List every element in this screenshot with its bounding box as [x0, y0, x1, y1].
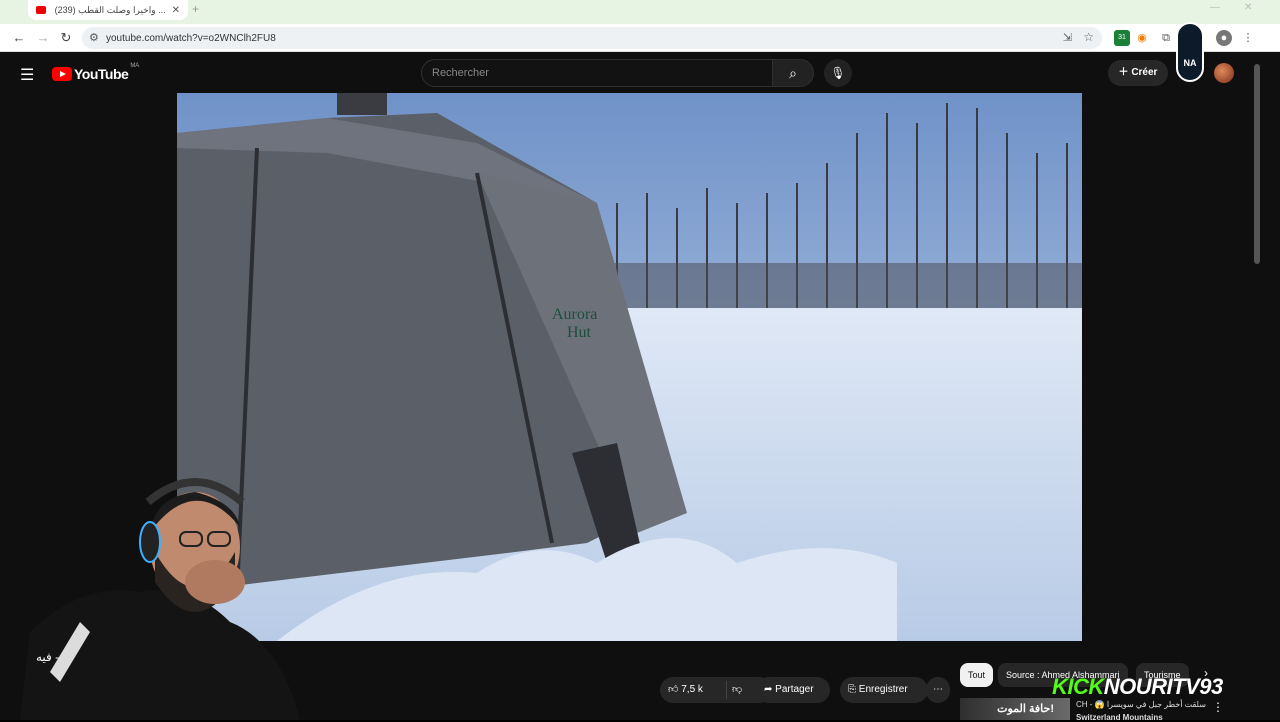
plus-icon: ＋ — [1118, 67, 1132, 78]
menu-icon[interactable]: ☰ — [20, 65, 34, 85]
create-button[interactable]: ＋ Créer — [1108, 60, 1168, 86]
bookmark-star-icon[interactable]: ☆ — [1083, 30, 1094, 44]
dislike-button[interactable]: 👎︎ — [732, 677, 742, 703]
new-tab-icon[interactable]: + — [192, 2, 199, 16]
close-tab-icon[interactable]: ✕ — [172, 5, 180, 16]
youtube-logo[interactable]: YouTube MA — [52, 63, 140, 82]
search-input[interactable]: Rechercher — [421, 59, 773, 87]
voice-search-button[interactable]: 🎙 — [824, 59, 852, 87]
suggested-video-thumbnail[interactable]: حافة الموت! — [960, 698, 1070, 720]
channel-name: NOURITV93 — [1103, 674, 1223, 699]
site-info-icon[interactable]: ⚙ — [89, 31, 99, 44]
chip-all[interactable]: Tout — [960, 663, 994, 687]
microphone-icon: 🎙 — [830, 66, 846, 80]
streamer-image — [20, 478, 300, 720]
logo-text: YouTube — [74, 66, 129, 82]
browser-tab-strip: (239) واخيرا وصلت القطب ... ✕ + — ✕ — [0, 0, 1280, 24]
sign-text-line1: Aurora — [552, 306, 597, 323]
reload-icon[interactable]: ↻ — [57, 29, 75, 47]
like-button[interactable]: 👍︎ 7,5 k — [668, 677, 703, 703]
suggested-video-title[interactable]: CH - 😱 سلقت أخطر جبل في سويسرا — [1076, 700, 1206, 709]
youtube-play-icon — [52, 67, 72, 81]
more-actions-button[interactable]: ⋯ — [926, 677, 950, 703]
kick-logo-text: KICK — [1052, 674, 1104, 699]
suggestion-menu-icon[interactable]: ⋮ — [1212, 700, 1224, 714]
save-button[interactable]: ⎘ Enregistrer — [840, 677, 928, 703]
browser-toolbar: ← → ↻ ⚙ youtube.com/watch?v=o2WNClh2FU8 … — [0, 24, 1280, 52]
install-icon[interactable]: ⇲ — [1063, 31, 1072, 44]
youtube-favicon-icon — [36, 6, 46, 14]
minimize-icon[interactable]: — — [1210, 2, 1220, 13]
more-icon: ⋯ — [933, 684, 943, 695]
page-scrollbar[interactable] — [1254, 64, 1260, 264]
stream-brand-overlay: KICKNOURITV93 — [1052, 674, 1223, 700]
calendar-extension-icon[interactable]: 31 — [1114, 30, 1130, 46]
back-icon[interactable]: ← — [10, 29, 28, 47]
search-icon: ⌕ — [789, 65, 797, 81]
avatar[interactable] — [1214, 63, 1234, 83]
close-window-icon[interactable]: ✕ — [1244, 2, 1252, 13]
share-label: Partager — [775, 684, 814, 695]
youtube-page: ☰ YouTube MA Rechercher ⌕ 🎙 ＋ Créer NA A… — [0, 22, 1280, 722]
extensions-puzzle-icon[interactable]: ⧉ — [1158, 30, 1174, 46]
thumbs-up-icon: 👍︎ — [668, 684, 679, 695]
video-title-fragment: فيه - — [36, 650, 60, 664]
forward-icon[interactable]: → — [34, 29, 52, 47]
share-icon: ➦ — [764, 684, 776, 695]
like-count: 7,5 k — [681, 684, 703, 695]
save-label: Enregistrer — [858, 684, 908, 695]
bookmark-icon: ⎘ — [848, 684, 859, 695]
browser-menu-icon[interactable]: ⋮ — [1240, 30, 1256, 46]
create-label: Créer — [1131, 67, 1158, 78]
browser-tab-active[interactable]: (239) واخيرا وصلت القطب ... ✕ — [28, 0, 188, 20]
country-code: MA — [130, 63, 140, 69]
thumbs-down-icon: 👎︎ — [732, 684, 743, 695]
divider — [726, 681, 727, 699]
address-bar[interactable]: ⚙ youtube.com/watch?v=o2WNClh2FU8 ⇲ ☆ — [82, 27, 1102, 49]
suggested-video-subtitle: Switzerland Mountains — [1076, 713, 1163, 722]
extension-orange-icon[interactable]: ◉ — [1134, 30, 1150, 46]
tab-title: (239) واخيرا وصلت القطب ... — [54, 4, 166, 15]
sign-text-line2: Hut — [567, 324, 592, 341]
webcam-overlay — [20, 472, 320, 720]
url-text: youtube.com/watch?v=o2WNClh2FU8 — [106, 32, 276, 44]
share-button[interactable]: ➦ Partager — [756, 677, 830, 703]
search-button[interactable]: ⌕ — [772, 59, 814, 87]
channel-emblem-overlay: NA — [1176, 22, 1204, 82]
profile-icon[interactable]: ● — [1216, 30, 1232, 46]
